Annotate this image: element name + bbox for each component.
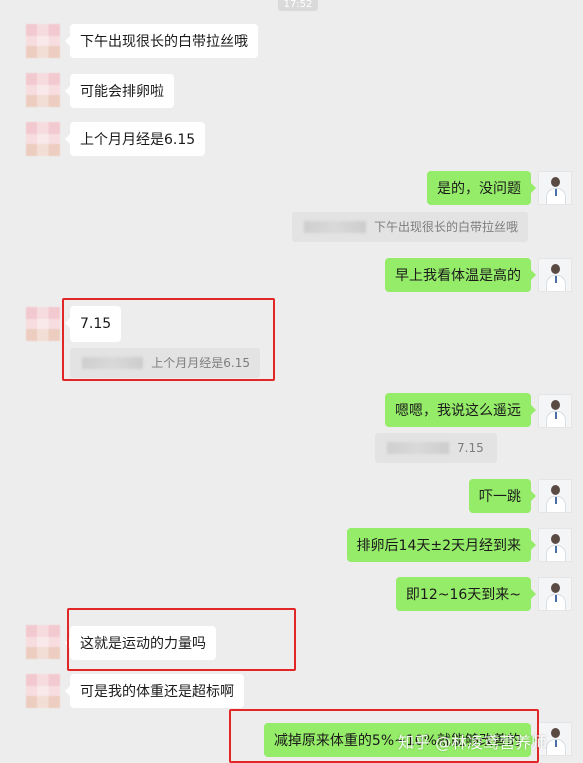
message-bubble[interactable]: 排卵后14天±2天月经到来 (346, 528, 537, 562)
quoted-message[interactable]: 7.15 (375, 433, 497, 463)
quoted-message[interactable]: 下午出现很长的白带拉丝哦 (292, 212, 528, 242)
watermark: 知乎 @林凌鸢营养师 (398, 733, 548, 752)
message-bubble[interactable]: 嗯嗯，我说这么遥远 (385, 393, 536, 427)
timestamp: 17:52 (278, 0, 318, 11)
contact-avatar[interactable] (26, 73, 60, 107)
message-bubble[interactable]: 下午出现很长的白带拉丝哦 (65, 24, 258, 58)
quoted-text: 7.15 (457, 441, 484, 455)
message-bubble[interactable]: 上个月月经是6.15 (64, 122, 206, 156)
doctor-avatar[interactable] (538, 479, 572, 513)
doctor-avatar[interactable] (538, 528, 572, 562)
highlight-box (67, 608, 296, 671)
highlight-box (62, 298, 275, 381)
message-bubble[interactable]: 吓一跳 (469, 479, 536, 513)
quoted-text: 下午出现很长的白带拉丝哦 (373, 220, 518, 234)
doctor-avatar[interactable] (538, 577, 572, 611)
contact-avatar[interactable] (26, 625, 60, 659)
doctor-avatar[interactable] (538, 394, 572, 428)
message-bubble[interactable]: 即12~16天到来~ (395, 577, 537, 611)
contact-avatar[interactable] (26, 307, 60, 341)
message-bubble[interactable]: 早上我看体温是高的 (385, 258, 536, 292)
message-bubble[interactable]: 可能会排卵啦 (65, 74, 174, 108)
blurred-sender-name (304, 221, 366, 233)
message-bubble[interactable]: 是的，没问题 (427, 171, 536, 205)
blurred-sender-name (387, 442, 449, 454)
doctor-avatar[interactable] (538, 258, 572, 292)
message-bubble[interactable]: 可是我的体重还是超标啊 (65, 674, 244, 708)
contact-avatar[interactable] (26, 122, 60, 156)
contact-avatar[interactable] (26, 24, 60, 58)
contact-avatar[interactable] (26, 674, 60, 708)
doctor-avatar[interactable] (538, 171, 572, 205)
